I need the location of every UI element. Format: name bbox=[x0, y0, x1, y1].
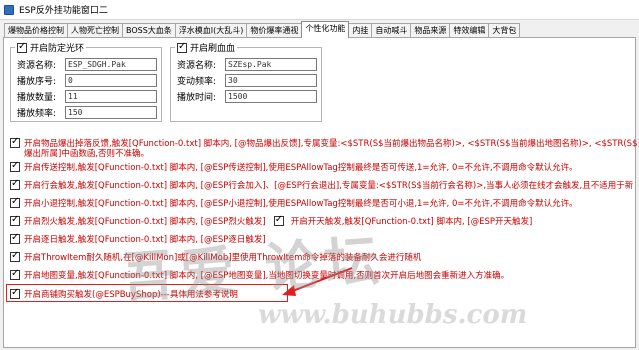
title-bar: ESP反外挂功能窗口二 bbox=[0, 0, 639, 20]
hp-field-row: 变动频率: 30 bbox=[177, 73, 317, 87]
option-label: 开启地图变量,触发[QFunction-0.txt] 脚本内, [@ESP地图变… bbox=[24, 271, 510, 281]
tab-big-bag[interactable]: 大背包 bbox=[488, 23, 521, 38]
tab-boss-hp-bar[interactable]: BOSS大血条 bbox=[122, 23, 176, 38]
option-label: 开启ThrowItem耐久随机,在[@KillMon]或[@KillMob]里使… bbox=[24, 253, 422, 263]
group-hp-flash: 开启刷血血 资源名称: SZEsp.Pak 变动频率: 30 播放时间: 150… bbox=[170, 41, 322, 122]
hp-flash-checkbox[interactable] bbox=[177, 41, 187, 53]
option-checkbox[interactable] bbox=[10, 232, 20, 244]
window-title: ESP反外挂功能窗口二 bbox=[19, 6, 108, 16]
option-label: 爆出所属]中函数函,否则不准确。 bbox=[24, 149, 150, 159]
tab-floating-hp[interactable]: 浮水模血I(大乱斗) bbox=[174, 23, 248, 38]
group-halo: 开启防定光环 资源名称: ESP_SDGH.Pak 播放序号: 0 播放数量: … bbox=[10, 41, 162, 122]
tab-drop-price[interactable]: 爆物品价格控制 bbox=[4, 23, 68, 38]
option-checkbox[interactable] bbox=[10, 268, 20, 280]
option-throwitem-durability[interactable]: 开启ThrowItem耐久随机,在[@KillMon]或[@KillMob]里使… bbox=[10, 250, 421, 264]
group-hp-flash-legend[interactable]: 开启刷血血 bbox=[175, 41, 238, 54]
tab-death-control[interactable]: 人物死亡控制 bbox=[67, 23, 123, 38]
app-icon bbox=[4, 4, 14, 15]
tab-auto-shout[interactable]: 自动喊斗 bbox=[371, 23, 412, 38]
annotation-arrow-icon bbox=[282, 267, 353, 296]
group-hp-flash-title: 开启刷血血 bbox=[190, 44, 236, 54]
option-teleport-control[interactable]: 开启传送控制,触发[QFunction-0.txt] 脚本内, [@ESP传送控… bbox=[10, 160, 578, 174]
field-label: 资源名称: bbox=[17, 60, 57, 71]
option-map-variable[interactable]: 开启地图变量,触发[QFunction-0.txt] 脚本内, [@ESP地图变… bbox=[10, 268, 509, 282]
hp-field-row: 播放时间: 1500 bbox=[177, 89, 317, 103]
play-count-input[interactable]: 11 bbox=[65, 89, 157, 103]
field-label: 播放数量: bbox=[17, 92, 57, 103]
play-time-input[interactable]: 1500 bbox=[225, 89, 317, 103]
option-label: 开启传送控制,触发[QFunction-0.txt] 脚本内, [@ESP传送控… bbox=[24, 163, 578, 173]
tab-drop-rate[interactable]: 物价爆率通视 bbox=[246, 23, 303, 38]
resource-name-input[interactable]: ESP_SDGH.Pak bbox=[65, 57, 157, 71]
option-label: 开启小退控制,触发[QFunction-0.txt] 脚本内, [@ESP小退控… bbox=[24, 199, 578, 209]
option-label: 开启烈火触发,触发[QFunction-0.txt] 脚本内, [@ESP烈火触… bbox=[24, 217, 266, 227]
halo-field-row: 播放序号: 0 bbox=[17, 73, 157, 87]
group-halo-title: 开启防定光环 bbox=[30, 44, 85, 54]
option-logout-control[interactable]: 开启小退控制,触发[QFunction-0.txt] 脚本内, [@ESP小退控… bbox=[10, 196, 578, 210]
play-index-input[interactable]: 0 bbox=[65, 73, 157, 87]
hp-resource-name-input[interactable]: SZEsp.Pak bbox=[225, 57, 317, 71]
tab-item-source[interactable]: 物品来源 bbox=[410, 23, 451, 38]
option-label: 开启逐日触发,触发[QFunction-0.txt] 脚本内, [@ESP逐日触… bbox=[24, 235, 266, 245]
field-label: 变动频率: bbox=[177, 76, 217, 87]
halo-checkbox[interactable] bbox=[17, 41, 27, 53]
tab-effect-edit[interactable]: 特效编辑 bbox=[449, 23, 490, 38]
field-label: 播放时间: bbox=[177, 92, 217, 103]
play-rate-input[interactable]: 150 bbox=[65, 105, 157, 119]
option-checkbox[interactable] bbox=[10, 136, 20, 148]
option-checkbox[interactable] bbox=[10, 196, 20, 208]
option-sun-trigger[interactable]: 开启逐日触发,触发[QFunction-0.txt] 脚本内, [@ESP逐日触… bbox=[10, 232, 266, 246]
option-flame-trigger[interactable]: 开启烈火触发,触发[QFunction-0.txt] 脚本内, [@ESP烈火触… bbox=[10, 214, 532, 228]
tab-strip: 爆物品价格控制 人物死亡控制 BOSS大血条 浮水模血I(大乱斗) 物价爆率通视… bbox=[4, 21, 521, 38]
halo-field-row: 播放频率: 150 bbox=[17, 105, 157, 119]
field-label: 播放频率: bbox=[17, 108, 57, 119]
tab-personalization[interactable]: 个性化功能 bbox=[301, 21, 350, 38]
group-halo-legend[interactable]: 开启防定光环 bbox=[15, 41, 87, 54]
option-checkbox[interactable] bbox=[10, 250, 20, 262]
option-label-kaitian: 开启开天触发,触发[QFunction-0.txt] 脚本内, [@ESP开天触… bbox=[290, 217, 533, 227]
tab-internal-plugin[interactable]: 内挂 bbox=[348, 23, 373, 38]
option-checkbox[interactable] bbox=[10, 178, 20, 190]
field-label: 播放序号: bbox=[17, 76, 57, 87]
halo-field-row: 资源名称: ESP_SDGH.Pak bbox=[17, 57, 157, 71]
field-label: 资源名称: bbox=[177, 60, 217, 71]
option-drop-feedback-continued: 爆出所属]中函数函,否则不准确。 bbox=[24, 146, 149, 160]
option-checkbox-kaitian[interactable] bbox=[273, 214, 284, 226]
hp-field-row: 资源名称: SZEsp.Pak bbox=[177, 57, 317, 71]
change-rate-input[interactable]: 30 bbox=[225, 73, 317, 87]
option-checkbox[interactable] bbox=[10, 214, 20, 226]
highlight-box bbox=[6, 284, 288, 302]
option-guild-trigger[interactable]: 开启行会触发,触发[QFunction-0.txt] 脚本内, [@ESP行会加… bbox=[10, 178, 633, 192]
option-checkbox[interactable] bbox=[10, 160, 20, 172]
option-label: 开启行会触发,触发[QFunction-0.txt] 脚本内, [@ESP行会加… bbox=[24, 181, 634, 191]
halo-field-row: 播放数量: 11 bbox=[17, 89, 157, 103]
